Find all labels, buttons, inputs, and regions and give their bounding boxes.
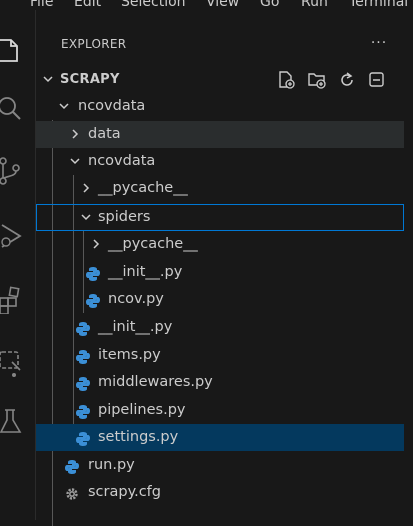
- python-file-icon: [85, 265, 101, 281]
- extensions-icon[interactable]: [0, 286, 22, 314]
- new-file-icon[interactable]: [277, 70, 297, 90]
- chevron-down-icon: [67, 148, 83, 175]
- python-file-icon: [75, 348, 91, 364]
- chevron-down-icon: [78, 204, 94, 231]
- search-icon[interactable]: [0, 96, 22, 122]
- refresh-icon[interactable]: [337, 70, 357, 90]
- source-control-icon[interactable]: [0, 156, 22, 185]
- tree-folder-data[interactable]: data: [36, 121, 404, 148]
- tree-file-items[interactable]: items.py: [36, 342, 404, 369]
- tree-item-label: __pycache__: [98, 180, 188, 196]
- tree-item-label: run.py: [88, 457, 135, 473]
- python-file-icon: [75, 375, 91, 391]
- tree-item-label: scrapy.cfg: [88, 484, 161, 500]
- more-actions-icon[interactable]: ···: [369, 34, 389, 54]
- tree-file-middlewares[interactable]: middlewares.py: [36, 369, 404, 396]
- remote-explorer-icon[interactable]: [0, 348, 22, 377]
- tree-file-run[interactable]: run.py: [36, 452, 404, 479]
- tree-file-init-spiders[interactable]: __init__.py: [36, 259, 404, 286]
- tree-file-ncov[interactable]: ncov.py: [36, 286, 404, 313]
- tree-item-label: ncovdata: [88, 153, 156, 169]
- python-file-icon: [75, 320, 91, 336]
- tree-item-label: settings.py: [98, 429, 179, 445]
- chevron-down-icon: [40, 66, 56, 93]
- python-file-icon: [85, 292, 101, 308]
- activity-bar: [0, 10, 36, 520]
- menu-terminal[interactable]: Terminal: [349, 0, 408, 10]
- tree-folder-ncovdata[interactable]: ncovdata: [36, 93, 404, 120]
- explorer-icon[interactable]: [0, 36, 22, 62]
- menu-edit[interactable]: Edit: [74, 0, 101, 10]
- tree-file-init[interactable]: __init__.py: [36, 314, 404, 341]
- chevron-right-icon: [78, 175, 94, 202]
- python-file-icon: [75, 403, 91, 419]
- chevron-down-icon: [56, 93, 72, 120]
- menu-run[interactable]: Run: [301, 0, 328, 10]
- tree-item-label: pipelines.py: [98, 402, 186, 418]
- menu-go[interactable]: Go: [260, 0, 279, 10]
- tree-item-label: __pycache__: [108, 236, 198, 252]
- collapse-all-icon[interactable]: [367, 70, 387, 90]
- menu-selection[interactable]: Selection: [121, 0, 186, 10]
- tree-item-label: ncovdata: [78, 98, 146, 114]
- chevron-right-icon: [67, 121, 83, 148]
- tree-file-settings[interactable]: settings.py: [36, 424, 404, 451]
- tree-file-scrapy-cfg[interactable]: scrapy.cfg: [36, 479, 404, 506]
- tree-item-label: spiders: [98, 209, 151, 225]
- new-folder-icon[interactable]: [307, 70, 327, 90]
- explorer-title: EXPLORER: [61, 37, 127, 51]
- chevron-right-icon: [88, 231, 104, 258]
- tree-folder-spiders[interactable]: spiders: [36, 204, 404, 231]
- tree-item-label: __init__.py: [98, 319, 173, 335]
- run-debug-icon[interactable]: [0, 223, 22, 249]
- tree-item-label: items.py: [98, 347, 161, 363]
- tree-root-label: SCRAPY: [60, 72, 120, 87]
- tree-file-pipelines[interactable]: pipelines.py: [36, 397, 404, 424]
- tree-item-label: ncov.py: [108, 291, 164, 307]
- tree-item-label: __init__.py: [108, 264, 183, 280]
- explorer-header: EXPLORER ···: [36, 24, 413, 66]
- tree-root-scrapy[interactable]: SCRAPY: [36, 66, 404, 93]
- tree-folder-ncovdata-inner[interactable]: ncovdata: [36, 148, 404, 175]
- menu-file[interactable]: File: [30, 0, 53, 10]
- tree-folder-pycache[interactable]: __pycache__: [36, 175, 404, 202]
- gear-icon: [64, 485, 80, 501]
- tree-folder-pycache-spiders[interactable]: __pycache__: [36, 231, 404, 258]
- testing-icon[interactable]: [0, 408, 22, 434]
- tree-item-label: data: [88, 126, 121, 142]
- python-file-icon: [75, 430, 91, 446]
- python-file-icon: [64, 458, 80, 474]
- menu-view[interactable]: View: [206, 0, 239, 10]
- menu-bar: File Edit Selection View Go Run Terminal: [0, 0, 413, 10]
- tree-item-label: middlewares.py: [98, 374, 213, 390]
